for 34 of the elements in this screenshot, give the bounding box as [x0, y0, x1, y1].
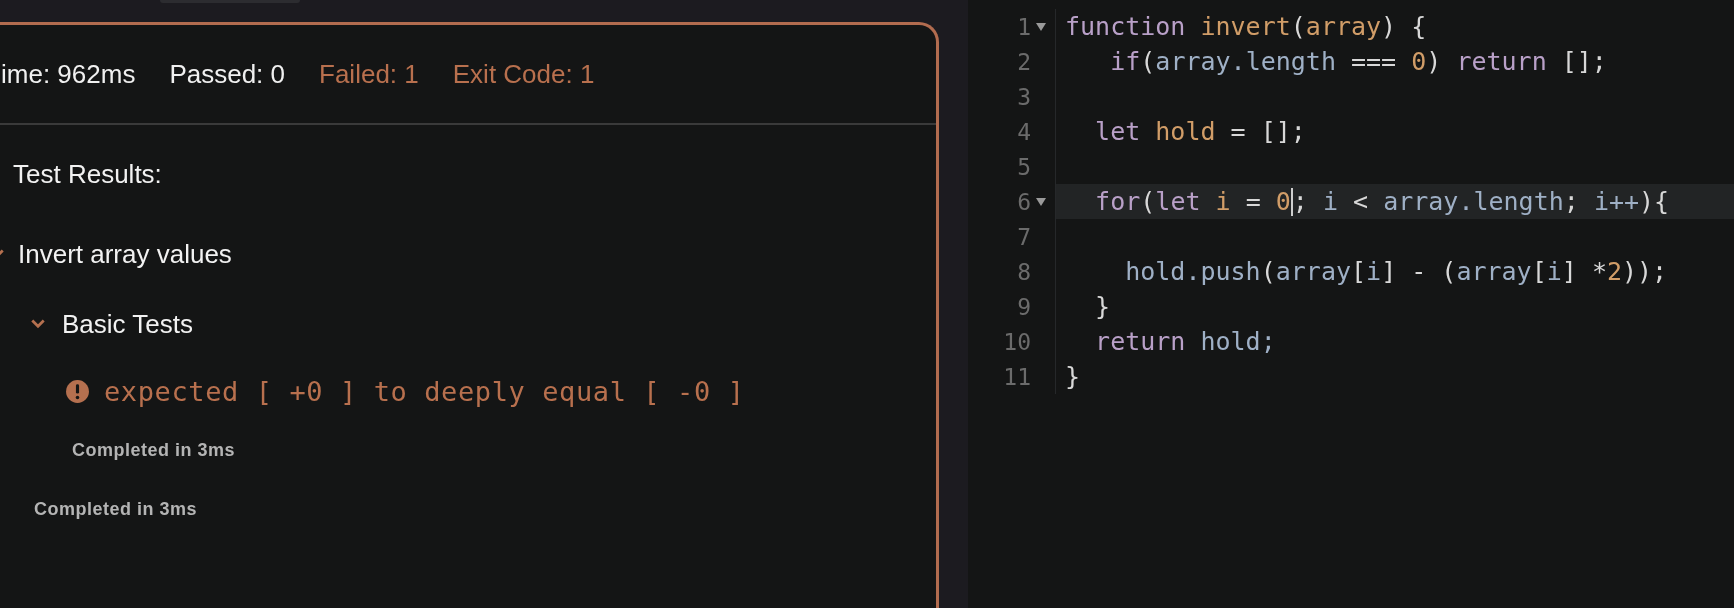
code-line: function invert(array) { — [1065, 12, 1427, 41]
line-number: 9 — [1017, 293, 1031, 320]
line-number: 10 — [1003, 328, 1031, 355]
error-icon — [65, 378, 90, 404]
code-line: if(array.length === 0) return []; — [1109, 47, 1607, 76]
completed-time: Completed in 3ms — [72, 440, 237, 461]
line-number: 5 — [1017, 153, 1031, 180]
code-line: return hold; — [1094, 327, 1276, 356]
code-line: hold.push(array[i] - (array[i] *2)); — [1124, 257, 1668, 286]
line-number: 2 — [1017, 48, 1031, 75]
completed-time: Completed in 3ms — [34, 499, 199, 520]
line-number: 7 — [1017, 223, 1031, 250]
code-line: let hold = []; — [1094, 117, 1306, 146]
line-number: 4 — [1017, 118, 1031, 145]
test-title[interactable]: Basic Tests — [62, 308, 193, 340]
code-editor[interactable]: 1 function invert(array) { 2 if(array.length === 0) return []; 3 4 let hold = []; 5 6 for(let i = 0; i < array.length; i++){ 7 8 hold.push(array[i] - (array[i] *2)); 9 } 10 return hold; 11 } — [968, 0, 1734, 608]
line-number: 11 — [1003, 363, 1031, 390]
results-heading: Test Results: — [13, 159, 163, 191]
line-number: 8 — [1017, 258, 1031, 285]
fold-arrow-icon[interactable] — [1036, 197, 1046, 206]
code-line: for(let i = 0; i < array.length; i++){ — [1094, 187, 1670, 216]
code-line: } — [1094, 292, 1111, 321]
fold-arrow-icon[interactable] — [1036, 22, 1046, 31]
stat-label: Exit Code: 1 — [452, 58, 595, 90]
failure-message: expected [ +0 ] to deeply equal [ -0 ] — [104, 375, 745, 407]
stat-label: Passed: 0 — [169, 58, 286, 90]
line-number: 6 — [1017, 188, 1031, 215]
stat-label: Failed: 1 — [319, 58, 419, 90]
line-number: 3 — [1017, 83, 1031, 110]
suite-title[interactable]: Invert array values — [18, 238, 232, 270]
line-number: 1 — [1017, 13, 1031, 40]
stat-label: ime: 962ms — [1, 58, 136, 90]
chevron-icon[interactable] — [30, 318, 46, 330]
code-line: } — [1065, 362, 1081, 391]
